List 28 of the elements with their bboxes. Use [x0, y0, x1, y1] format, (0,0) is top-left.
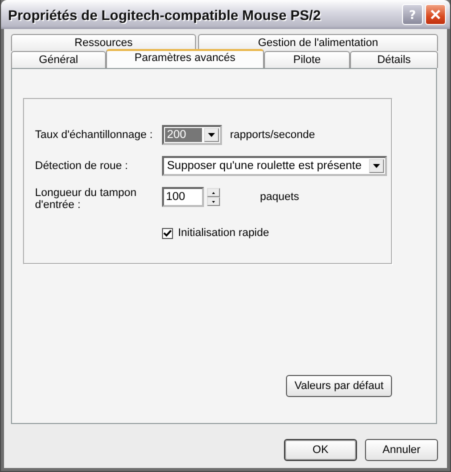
window-title: Propriétés de Logitech-compatible Mouse PS/2	[8, 6, 322, 22]
tab[interactable]: Gestion de l'alimentation	[198, 34, 438, 51]
tab[interactable]: Détails	[350, 51, 438, 68]
down-arrow-icon	[212, 200, 215, 202]
checkbox[interactable]	[162, 228, 173, 238]
caret-icon	[208, 133, 215, 137]
field-label: Longueur du tampon d'entrée :	[35, 187, 138, 211]
caret-icon	[373, 164, 380, 168]
dropdown[interactable]: 200	[162, 125, 222, 145]
number-field[interactable]: 100	[162, 187, 204, 207]
ok-button[interactable]: OK	[284, 439, 357, 461]
tab[interactable]: Général	[11, 51, 106, 68]
field-label: Taux d'échantillonnage :	[35, 128, 154, 141]
spin-down-button[interactable]	[207, 197, 220, 206]
checkbox-label: Initialisation rapide	[178, 227, 270, 239]
field-label: Détection de roue :	[35, 159, 129, 172]
up-arrow-icon	[212, 192, 215, 194]
cancel-button[interactable]: Annuler	[365, 439, 438, 461]
close-icon	[430, 9, 441, 20]
unit-label: rapports/seconde	[230, 128, 315, 141]
tab[interactable]: Paramètres avancés	[106, 49, 264, 68]
unit-label: paquets	[260, 190, 300, 203]
tab[interactable]: Ressources	[11, 34, 196, 51]
defaults-button[interactable]: Valeurs par défaut	[286, 375, 392, 397]
close-button[interactable]	[425, 4, 446, 25]
tab[interactable]: Pilote	[264, 51, 350, 68]
dropdown[interactable]: Supposer qu'une roulette est présente	[162, 156, 387, 176]
spin-up-button[interactable]	[207, 188, 220, 197]
